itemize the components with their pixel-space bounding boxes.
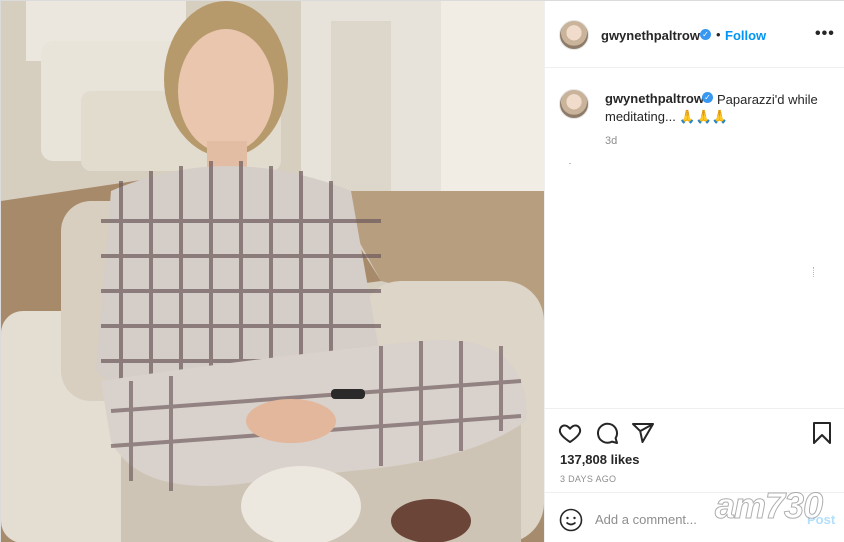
- more-options-icon[interactable]: •••: [815, 25, 835, 43]
- caption-username[interactable]: gwynethpaltrow: [605, 91, 706, 106]
- share-icon[interactable]: [631, 421, 655, 445]
- watermark-logo: am730: [714, 485, 823, 527]
- comment-icon[interactable]: [595, 421, 619, 445]
- post-header: gwynethpaltrow ✓ • Follow •••: [545, 1, 844, 68]
- instagram-post: gwynethpaltrow ✓ • Follow ••• Paparazzi'…: [0, 0, 844, 542]
- heart-icon[interactable]: [558, 421, 582, 445]
- divider: [569, 163, 571, 164]
- likes-count[interactable]: 137,808 likes: [560, 452, 640, 467]
- header-separator: •: [716, 27, 721, 42]
- emoji-icon[interactable]: [559, 508, 583, 532]
- header-username[interactable]: gwynethpaltrow: [601, 28, 700, 43]
- post-actions: 137,808 likes 3 DAYS AGO: [545, 408, 844, 492]
- verified-badge-icon: ✓: [702, 92, 713, 103]
- verified-badge-icon: ✓: [700, 29, 711, 40]
- post-photo-illustration: [1, 1, 544, 542]
- caption-timestamp[interactable]: 3d: [605, 135, 617, 147]
- caption-avatar[interactable]: [559, 89, 589, 119]
- bookmark-icon[interactable]: [810, 421, 834, 445]
- post-side-panel: gwynethpaltrow ✓ • Follow ••• Paparazzi'…: [544, 1, 844, 542]
- post-date[interactable]: 3 DAYS AGO: [560, 474, 616, 484]
- post-image[interactable]: [1, 1, 544, 542]
- divider: [813, 267, 814, 277]
- follow-button[interactable]: Follow: [725, 28, 766, 43]
- avatar[interactable]: [559, 20, 589, 50]
